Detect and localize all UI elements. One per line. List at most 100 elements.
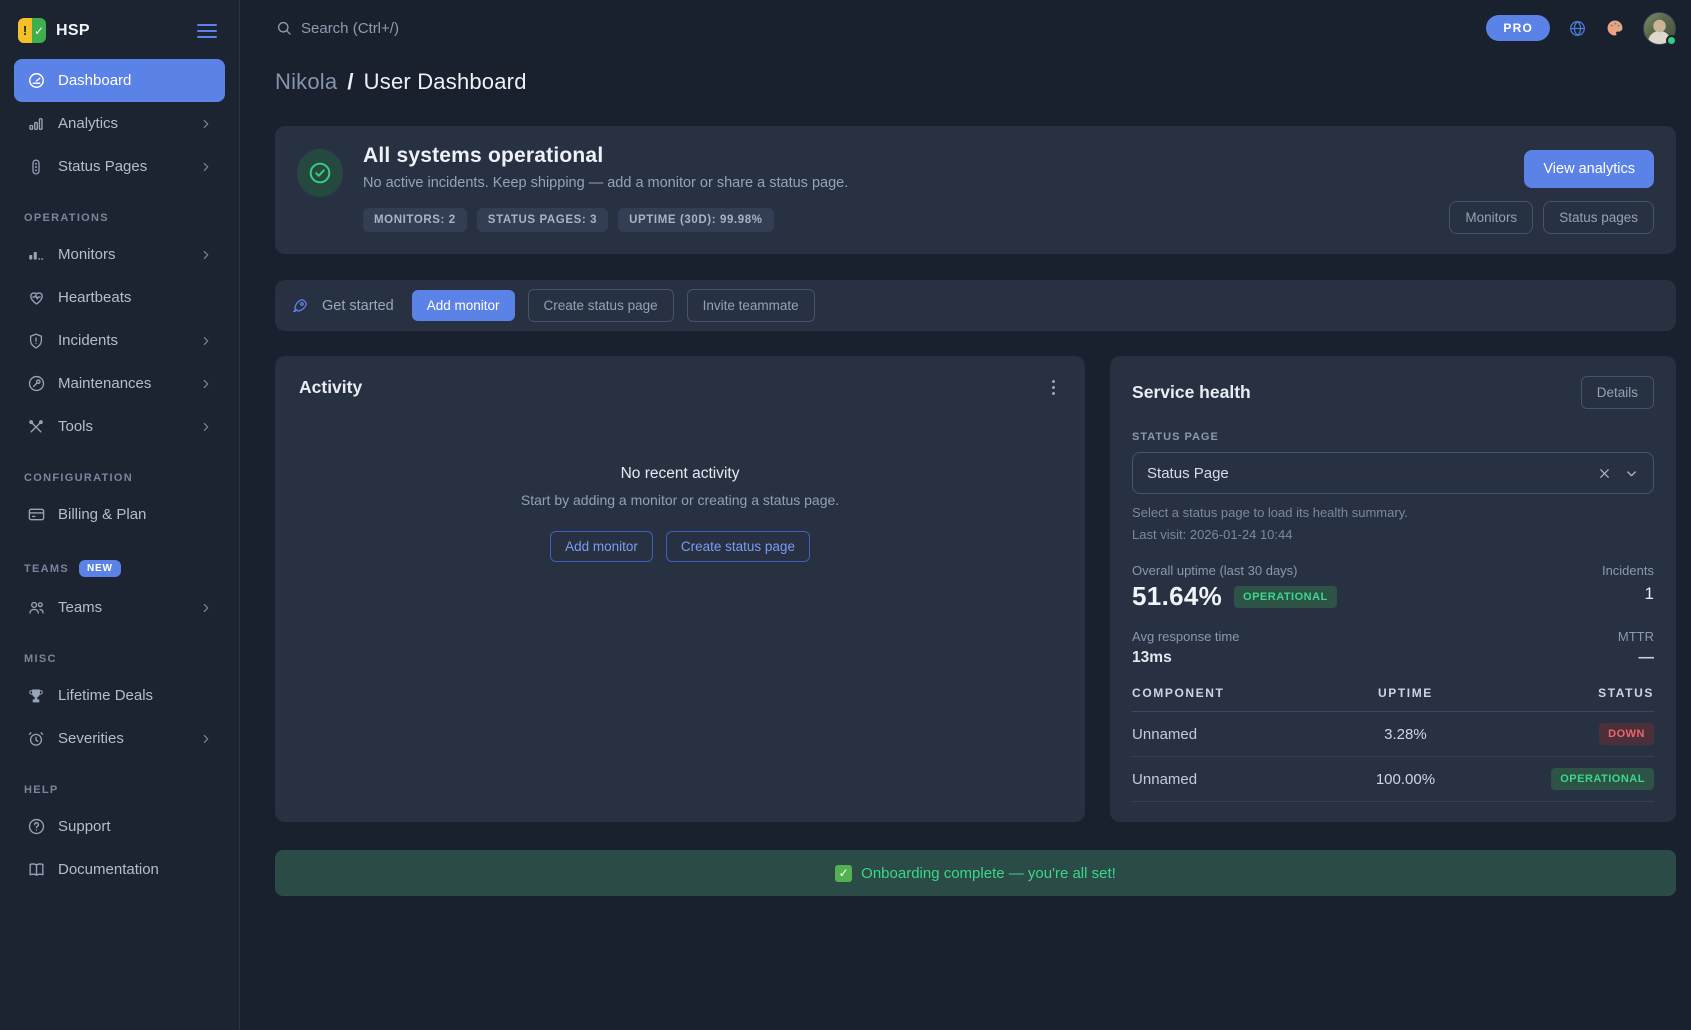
sidebar-item-label: Severities [58, 730, 124, 747]
empty-state-title: No recent activity [299, 465, 1061, 483]
monitors-icon [26, 245, 46, 265]
create-status-page-button[interactable]: Create status page [528, 289, 674, 322]
view-analytics-button[interactable]: View analytics [1524, 150, 1654, 188]
sidebar-item-status-pages[interactable]: Status Pages [14, 145, 225, 188]
sidebar-item-label: Billing & Plan [58, 506, 146, 523]
theme-palette-icon[interactable] [1605, 18, 1625, 38]
sidebar-item-analytics[interactable]: Analytics [14, 102, 225, 145]
incidents-label: Incidents [1602, 563, 1654, 578]
user-avatar[interactable] [1643, 12, 1676, 45]
onboarding-banner-text: Onboarding complete — you're all set! [861, 865, 1116, 882]
add-monitor-button[interactable]: Add monitor [412, 290, 515, 321]
invite-teammate-button[interactable]: Invite teammate [687, 289, 815, 322]
get-started-label: Get started [322, 298, 394, 314]
logo-alert-half: ! [18, 18, 32, 43]
chevron-right-icon [199, 601, 213, 615]
status-pages-count-pill: STATUS PAGES: 3 [477, 208, 608, 232]
brand-name: HSP [56, 22, 183, 40]
chevron-right-icon [199, 377, 213, 391]
sidebar-section-teams: TEAMS NEW [24, 560, 215, 577]
overall-uptime-value: 51.64% [1132, 581, 1222, 612]
empty-state-subtitle: Start by adding a monitor or creating a … [299, 492, 1061, 508]
down-status-badge: DOWN [1599, 723, 1654, 745]
page-title: User Dashboard [364, 69, 527, 94]
kebab-menu-icon[interactable] [1046, 376, 1061, 399]
status-page-select[interactable]: Status Page [1132, 452, 1654, 494]
sidebar-item-heartbeats[interactable]: Heartbeats [14, 276, 225, 319]
sidebar-item-incidents[interactable]: Incidents [14, 319, 225, 362]
sidebar-item-support[interactable]: Support [14, 805, 225, 848]
search-box[interactable] [275, 19, 1486, 37]
component-name: Unnamed [1132, 771, 1323, 788]
last-visit-text: Last visit: 2026-01-24 10:44 [1132, 527, 1654, 542]
table-row: Unnamed 3.28% DOWN [1132, 712, 1654, 757]
sidebar-section-configuration: CONFIGURATION [24, 472, 215, 484]
sidebar-item-label: Status Pages [58, 158, 147, 175]
activity-card: Activity No recent activity Start by add… [275, 356, 1085, 822]
topbar-actions: PRO [1486, 12, 1676, 45]
chevron-right-icon [199, 117, 213, 131]
sidebar-item-documentation[interactable]: Documentation [14, 848, 225, 891]
brand-logo-icon: ! ✓ [18, 18, 46, 43]
sidebar-item-maintenances[interactable]: Maintenances [14, 362, 225, 405]
activity-empty-state: No recent activity Start by adding a mon… [299, 465, 1061, 562]
sidebar-item-teams[interactable]: Teams [14, 586, 225, 629]
monitors-count-pill: MONITORS: 2 [363, 208, 467, 232]
status-page-field-label: STATUS PAGE [1132, 431, 1654, 443]
sidebar-item-label: Incidents [58, 332, 118, 349]
chevron-right-icon [199, 334, 213, 348]
add-monitor-button[interactable]: Add monitor [550, 531, 653, 562]
sidebar-item-monitors[interactable]: Monitors [14, 233, 225, 276]
component-name: Unnamed [1132, 726, 1323, 743]
mttr-label: MTTR [1618, 629, 1654, 644]
status-title: All systems operational [363, 144, 848, 168]
uptime-30d-pill: UPTIME (30D): 99.98% [618, 208, 773, 232]
get-started-bar: Get started Add monitor Create status pa… [275, 280, 1676, 331]
documentation-icon [26, 860, 46, 880]
analytics-icon [26, 114, 46, 134]
language-globe-icon[interactable] [1568, 19, 1587, 38]
breadcrumb-parent[interactable]: Nikola [275, 69, 337, 94]
sidebar-item-label: Monitors [58, 246, 116, 263]
uptime-column-header: UPTIME [1323, 686, 1489, 700]
sidebar: ! ✓ HSP Dashboard Analytics Status Pag [0, 0, 240, 1030]
sidebar-item-billing[interactable]: Billing & Plan [14, 493, 225, 536]
sidebar-item-dashboard[interactable]: Dashboard [14, 59, 225, 102]
chevron-down-icon[interactable] [1624, 466, 1639, 481]
main-content: PRO Nikola/User Dashboard [240, 0, 1691, 1030]
clear-selection-icon[interactable] [1598, 467, 1611, 480]
select-helper-text: Select a status page to load its health … [1132, 505, 1654, 520]
sidebar-item-label: Tools [58, 418, 93, 435]
operational-check-icon [297, 149, 343, 197]
heartbeats-icon [26, 288, 46, 308]
sidebar-item-lifetime-deals[interactable]: Lifetime Deals [14, 674, 225, 717]
details-button[interactable]: Details [1581, 376, 1654, 409]
sidebar-item-label: Documentation [58, 861, 159, 878]
create-status-page-button[interactable]: Create status page [666, 531, 810, 562]
tools-icon [26, 417, 46, 437]
sidebar-item-severities[interactable]: Severities [14, 717, 225, 760]
logo-tail [21, 41, 27, 43]
teams-icon [26, 598, 46, 618]
activity-title: Activity [299, 377, 362, 398]
sidebar-item-label: Support [58, 818, 111, 835]
brand-header: ! ✓ HSP [14, 12, 225, 59]
billing-icon [26, 505, 46, 525]
sidebar-item-label: Dashboard [58, 72, 131, 89]
status-subtitle: No active incidents. Keep shipping — add… [363, 175, 848, 191]
status-pages-button[interactable]: Status pages [1543, 201, 1654, 234]
pro-plan-badge[interactable]: PRO [1486, 15, 1550, 41]
search-input[interactable] [301, 20, 641, 37]
hamburger-menu-icon[interactable] [193, 20, 221, 42]
operational-status-badge: OPERATIONAL [1234, 586, 1337, 608]
component-column-header: COMPONENT [1132, 686, 1323, 700]
operational-status-badge: OPERATIONAL [1551, 768, 1654, 790]
sidebar-item-tools[interactable]: Tools [14, 405, 225, 448]
chevron-right-icon [199, 420, 213, 434]
status-pages-icon [26, 157, 46, 177]
breadcrumb: Nikola/User Dashboard [275, 69, 1676, 95]
chevron-right-icon [199, 732, 213, 746]
table-row: Unnamed 100.00% OPERATIONAL [1132, 757, 1654, 802]
monitors-button[interactable]: Monitors [1449, 201, 1533, 234]
status-stat-pills: MONITORS: 2 STATUS PAGES: 3 UPTIME (30D)… [363, 208, 848, 232]
